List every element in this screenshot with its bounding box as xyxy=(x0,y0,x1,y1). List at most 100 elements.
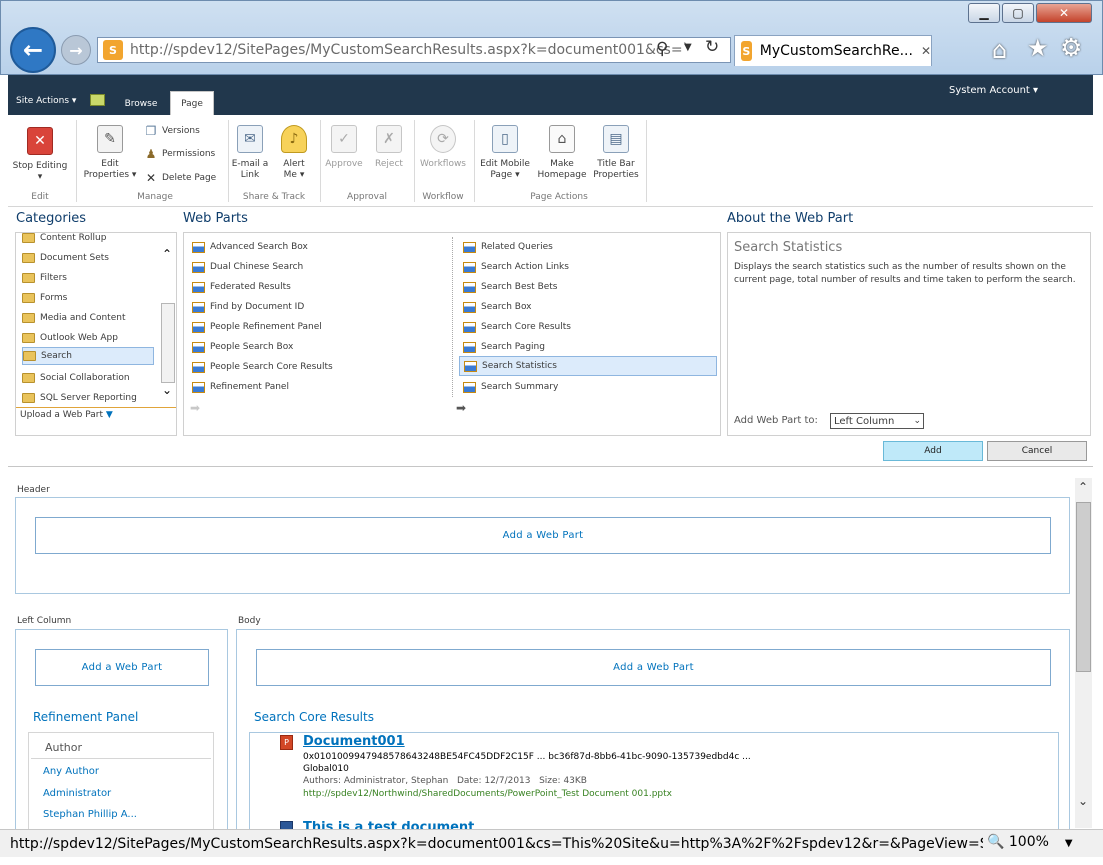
category-item[interactable]: Social Collaboration xyxy=(22,369,154,387)
address-bar[interactable]: S http://spdev12/SitePages/MyCustomSearc… xyxy=(97,37,731,63)
category-item[interactable]: Forms xyxy=(22,289,154,307)
scroll-up-icon[interactable]: ⌃ xyxy=(1078,480,1088,494)
web-part-item[interactable]: Search Paging xyxy=(459,337,545,357)
web-part-icon xyxy=(192,381,205,393)
folder-icon xyxy=(22,253,35,263)
tab-close-icon[interactable]: ✕ xyxy=(921,44,931,58)
web-part-item[interactable]: Advanced Search Box xyxy=(188,237,308,257)
web-part-item[interactable]: Search Core Results xyxy=(459,317,571,337)
sharepoint-favicon-icon: S xyxy=(741,41,752,61)
zoom-control[interactable]: 🔍 100% ▼ xyxy=(983,834,1073,850)
web-part-item[interactable]: People Search Core Results xyxy=(188,357,333,377)
web-part-item[interactable]: Search Summary xyxy=(459,377,558,397)
dropdown-arrow-icon[interactable]: ▼ xyxy=(684,42,692,53)
group-label-share-track: Share & Track xyxy=(242,192,306,202)
web-part-item[interactable]: Search Action Links xyxy=(459,257,569,277)
web-part-item-selected[interactable]: Search Statistics xyxy=(459,356,717,376)
refiner-administrator[interactable]: Administrator xyxy=(43,788,111,799)
category-item[interactable]: Content Rollup xyxy=(22,229,154,247)
folder-icon xyxy=(22,313,35,323)
permissions-button[interactable]: ♟ Permissions xyxy=(144,147,216,161)
stop-editing-button[interactable]: ✕ Stop Editing ▾ xyxy=(12,127,68,183)
category-label: Media and Content xyxy=(40,313,126,323)
scroll-down-icon[interactable]: ⌄ xyxy=(162,383,172,397)
categories-scrollbar[interactable]: ⌃ ⌄ xyxy=(160,245,176,397)
versions-button[interactable]: ❐ Versions xyxy=(144,124,200,138)
email-link-button[interactable]: ✉ E-mail a Link xyxy=(230,125,270,181)
title-bar-properties-button[interactable]: ▤ Title Bar Properties xyxy=(590,125,642,181)
category-item[interactable]: SQL Server Reporting xyxy=(22,389,154,407)
title-bar-label-1: Title Bar xyxy=(597,159,635,169)
category-item[interactable]: Media and Content xyxy=(22,309,154,327)
scroll-thumb[interactable] xyxy=(161,303,175,383)
cancel-button[interactable]: Cancel xyxy=(987,441,1087,461)
add-web-part-header[interactable]: Add a Web Part xyxy=(35,517,1051,554)
home-icon[interactable]: ⌂ xyxy=(992,36,1007,64)
web-part-item[interactable]: Related Queries xyxy=(459,237,553,257)
web-part-item[interactable]: People Search Box xyxy=(188,337,293,357)
delete-page-button[interactable]: ✕ Delete Page xyxy=(144,171,216,185)
favorites-star-icon[interactable]: ★ xyxy=(1027,34,1049,62)
navigate-up-icon[interactable] xyxy=(90,94,105,106)
account-menu[interactable]: System Account ▾ xyxy=(949,85,1038,96)
refresh-icon[interactable]: ↻ xyxy=(705,37,719,57)
workflows-button[interactable]: ⟳ Workflows xyxy=(416,125,470,170)
left-column-zone: Add a Web Part Refinement Panel Author A… xyxy=(15,629,228,832)
refiner-stephan[interactable]: Stephan Phillip A... xyxy=(43,809,137,820)
add-to-select[interactable]: Left Column ⌄ xyxy=(830,413,924,429)
tab-browse[interactable]: Browse xyxy=(116,92,166,115)
folder-icon xyxy=(22,373,35,383)
edit-mobile-label-2: Page xyxy=(490,170,513,180)
category-item[interactable]: Filters xyxy=(22,269,154,287)
web-part-icon xyxy=(192,261,205,273)
forward-button[interactable]: → xyxy=(61,35,91,65)
scroll-thumb[interactable] xyxy=(1076,502,1091,672)
web-part-item[interactable]: Dual Chinese Search xyxy=(188,257,303,277)
web-part-item[interactable]: Search Best Bets xyxy=(459,277,558,297)
upload-web-part-link[interactable]: Upload a Web Part ▼ xyxy=(20,410,113,420)
add-web-part-left[interactable]: Add a Web Part xyxy=(35,649,209,686)
gear-icon[interactable]: ⚙ xyxy=(1060,33,1082,62)
add-button[interactable]: Add xyxy=(883,441,983,461)
browser-tab[interactable]: S MyCustomSearchRe... ✕ xyxy=(734,35,932,66)
category-item-selected[interactable]: Search xyxy=(22,347,154,365)
web-part-item[interactable]: People Refinement Panel xyxy=(188,317,322,337)
edit-properties-button[interactable]: ✎ Edit Properties ▾ xyxy=(80,125,140,181)
result-url[interactable]: http://spdev12/Northwind/SharedDocuments… xyxy=(303,789,672,799)
scroll-down-icon[interactable]: ⌄ xyxy=(1078,794,1088,808)
category-item[interactable]: Document Sets xyxy=(22,249,154,267)
approve-button[interactable]: ✓ Approve xyxy=(323,125,365,170)
web-part-icon xyxy=(192,281,205,293)
group-label-page-actions: Page Actions xyxy=(530,192,588,202)
result-title-link[interactable]: Document001 xyxy=(303,734,405,749)
web-part-item[interactable]: Search Box xyxy=(459,297,532,317)
site-actions-menu[interactable]: Site Actions ▾ xyxy=(16,96,76,106)
edit-mobile-page-button[interactable]: ▯ Edit Mobile Page ▾ xyxy=(476,125,534,181)
web-part-label: Search Statistics xyxy=(482,361,557,371)
web-part-icon xyxy=(464,360,477,372)
search-icon[interactable]: ⚲ xyxy=(656,39,668,59)
ribbon-separator xyxy=(646,120,647,202)
page-scrollbar[interactable]: ⌃ ⌄ xyxy=(1075,478,1092,828)
reject-button[interactable]: ✗ Reject xyxy=(368,125,410,170)
web-part-item[interactable]: Refinement Panel xyxy=(188,377,289,397)
refiner-any-author[interactable]: Any Author xyxy=(43,766,99,777)
category-label: SQL Server Reporting xyxy=(40,393,137,403)
group-label-approval: Approval xyxy=(347,192,387,202)
header-zone-label: Header xyxy=(17,485,50,495)
category-item[interactable]: Outlook Web App xyxy=(22,329,154,347)
make-homepage-button[interactable]: ⌂ Make Homepage xyxy=(536,125,588,181)
minimize-button[interactable]: ▁ xyxy=(968,3,1000,23)
web-part-item[interactable]: Federated Results xyxy=(188,277,291,297)
add-web-part-body[interactable]: Add a Web Part xyxy=(256,649,1051,686)
maximize-button[interactable]: ▢ xyxy=(1002,3,1034,23)
next-arrow-icon[interactable]: ➡ xyxy=(456,401,466,415)
alert-me-button[interactable]: ♪ Alert Me ▾ xyxy=(274,125,314,181)
tab-page[interactable]: Page xyxy=(170,91,214,115)
previous-arrow-icon[interactable]: ➡ xyxy=(190,401,200,415)
web-part-item[interactable]: Find by Document ID xyxy=(188,297,304,317)
scroll-up-icon[interactable]: ⌃ xyxy=(162,247,172,261)
window-close-button[interactable]: ✕ xyxy=(1036,3,1092,23)
category-label: Social Collaboration xyxy=(40,373,130,383)
back-button[interactable]: ← xyxy=(10,27,56,73)
